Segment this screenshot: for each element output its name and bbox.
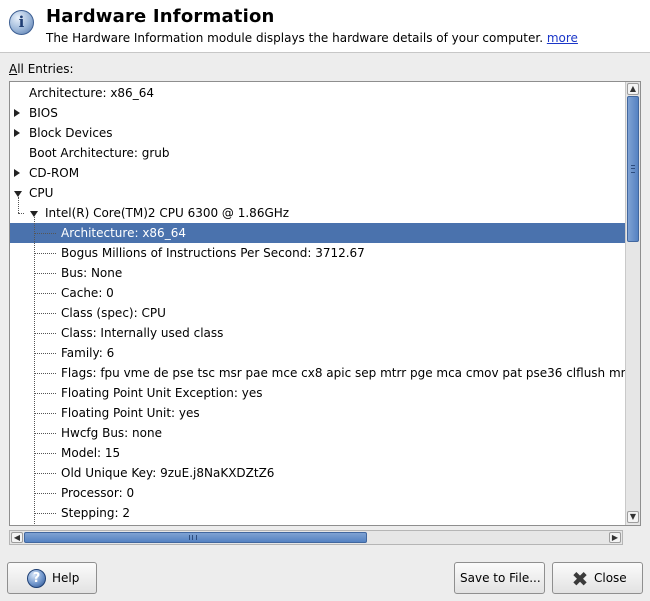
tree-row-label: Architecture: x86_64 <box>29 86 154 100</box>
expander-closed-icon[interactable] <box>14 169 20 177</box>
tree-connector <box>34 513 56 514</box>
tree-row-label: Stepping: 2 <box>61 506 130 520</box>
expander-closed-icon[interactable] <box>14 109 20 117</box>
tree-row[interactable]: BIOS <box>10 103 625 123</box>
tree-row[interactable]: Processor: 0 <box>10 483 625 503</box>
tree-connector <box>34 433 56 434</box>
scroll-right-arrow-icon[interactable]: ▶ <box>609 532 621 543</box>
tree-row[interactable]: Old Unique Key: 9zuE.j8NaKXDZtZ6 <box>10 463 625 483</box>
grip-icon <box>631 165 635 173</box>
horizontal-scrollbar[interactable]: ◀ ▶ <box>9 530 623 545</box>
module-description: The Hardware Information module displays… <box>46 31 578 45</box>
tree-row[interactable]: Stepping: 2 <box>10 503 625 523</box>
horizontal-scroll-thumb[interactable] <box>24 532 367 543</box>
tree-row-label: Model: 15 <box>61 446 121 460</box>
tree-row[interactable]: Bogus Millions of Instructions Per Secon… <box>10 243 625 263</box>
all-entries-mnemonic: A <box>9 62 18 76</box>
close-icon: ✖ <box>571 567 589 591</box>
tree-row-label: Boot Architecture: grub <box>29 146 170 160</box>
tree-row[interactable]: CPU <box>10 183 625 203</box>
tree-row-label: BIOS <box>29 106 58 120</box>
tree-row[interactable]: CD-ROM <box>10 163 625 183</box>
tree-connector <box>34 473 56 474</box>
tree-connector <box>18 213 24 214</box>
tree-row[interactable]: Intel(R) Core(TM)2 CPU 6300 @ 1.86GHz <box>10 203 625 223</box>
tree-row-label: Bogus Millions of Instructions Per Secon… <box>61 246 365 260</box>
tree-row[interactable]: Floating Point Unit Exception: yes <box>10 383 625 403</box>
tree-row-label: CPU <box>29 186 54 200</box>
tree-row[interactable]: Class (spec): CPU <box>10 303 625 323</box>
tree-connector <box>18 197 19 213</box>
tree-row-label: Hwcfg Bus: none <box>61 426 162 440</box>
save-button-label: Save to File... <box>460 571 541 585</box>
vertical-scrollbar[interactable]: ▲ ▼ <box>625 82 640 525</box>
tree-connector <box>34 453 56 454</box>
tree-row[interactable]: Family: 6 <box>10 343 625 363</box>
tree-row-label: Cache: 0 <box>61 286 114 300</box>
tree-connector <box>34 233 56 234</box>
scroll-down-arrow-icon[interactable]: ▼ <box>627 511 639 523</box>
description-text: The Hardware Information module displays… <box>46 31 547 45</box>
tree-connector <box>34 413 56 414</box>
tree-connector <box>34 293 56 294</box>
tree-connector <box>34 373 56 374</box>
tree-connector <box>34 333 56 334</box>
save-to-file-button[interactable]: Save to File... <box>454 562 545 594</box>
tree-connector <box>34 217 35 525</box>
close-button[interactable]: ✖ Close <box>552 562 643 594</box>
tree-row-label: Family: 6 <box>61 346 115 360</box>
tree-row-label: Intel(R) Core(TM)2 CPU 6300 @ 1.86GHz <box>45 206 290 220</box>
tree-connector <box>34 493 56 494</box>
scroll-up-arrow-icon[interactable]: ▲ <box>627 83 639 95</box>
page-title: Hardware Information <box>46 6 275 27</box>
tree-connector <box>34 253 56 254</box>
grip-icon <box>189 535 197 540</box>
tree-row[interactable]: Block Devices <box>10 123 625 143</box>
vertical-scroll-thumb[interactable] <box>627 96 639 242</box>
info-icon: i <box>9 10 34 35</box>
help-icon: ? <box>27 569 46 588</box>
scroll-left-arrow-icon[interactable]: ◀ <box>11 532 23 543</box>
close-button-label: Close <box>594 571 627 585</box>
header-banner: i Hardware Information The Hardware Info… <box>0 0 650 53</box>
tree-row[interactable]: Model: 15 <box>10 443 625 463</box>
tree-row[interactable]: Architecture: x86_64 <box>10 83 625 103</box>
tree-row[interactable]: Cache: 0 <box>10 283 625 303</box>
more-link[interactable]: more <box>547 31 578 45</box>
tree-row[interactable]: Boot Architecture: grub <box>10 143 625 163</box>
tree-row-label: Floating Point Unit: yes <box>61 406 200 420</box>
tree-rows: Architecture: x86_64 BIOS Block Devices Boo… <box>10 82 625 525</box>
tree-row-label: Old Unique Key: 9zuE.j8NaKXDZtZ6 <box>61 466 275 480</box>
expander-closed-icon[interactable] <box>14 129 20 137</box>
help-button-label: Help <box>52 571 80 585</box>
tree-row-label: Class (spec): CPU <box>61 306 166 320</box>
tree-connector <box>34 313 56 314</box>
tree-row[interactable]: Architecture: x86_64 <box>10 223 625 243</box>
tree-connector <box>34 273 56 274</box>
help-button[interactable]: ? Help <box>7 562 97 594</box>
tree-connector <box>34 353 56 354</box>
tree-row[interactable]: Hwcfg Bus: none <box>10 423 625 443</box>
hardware-tree[interactable]: Architecture: x86_64 BIOS Block Devices Boo… <box>9 81 641 526</box>
all-entries-label: All Entries: <box>9 62 74 76</box>
tree-row-label: Block Devices <box>29 126 113 140</box>
tree-connector <box>34 393 56 394</box>
tree-row-label: Bus: None <box>61 266 123 280</box>
tree-row-label: Flags: fpu vme de pse tsc msr pae mce cx… <box>61 366 625 380</box>
tree-row-label: CD-ROM <box>29 166 80 180</box>
tree-row[interactable]: Bus: None <box>10 263 625 283</box>
tree-row[interactable]: Floating Point Unit: yes <box>10 403 625 423</box>
tree-row-label: Architecture: x86_64 <box>61 226 186 240</box>
all-entries-rest: ll Entries: <box>17 62 74 76</box>
tree-row-label: Processor: 0 <box>61 486 135 500</box>
tree-row-label: Floating Point Unit Exception: yes <box>61 386 263 400</box>
tree-row[interactable]: Flags: fpu vme de pse tsc msr pae mce cx… <box>10 363 625 383</box>
tree-row-label: Class: Internally used class <box>61 326 224 340</box>
tree-row[interactable]: Class: Internally used class <box>10 323 625 343</box>
